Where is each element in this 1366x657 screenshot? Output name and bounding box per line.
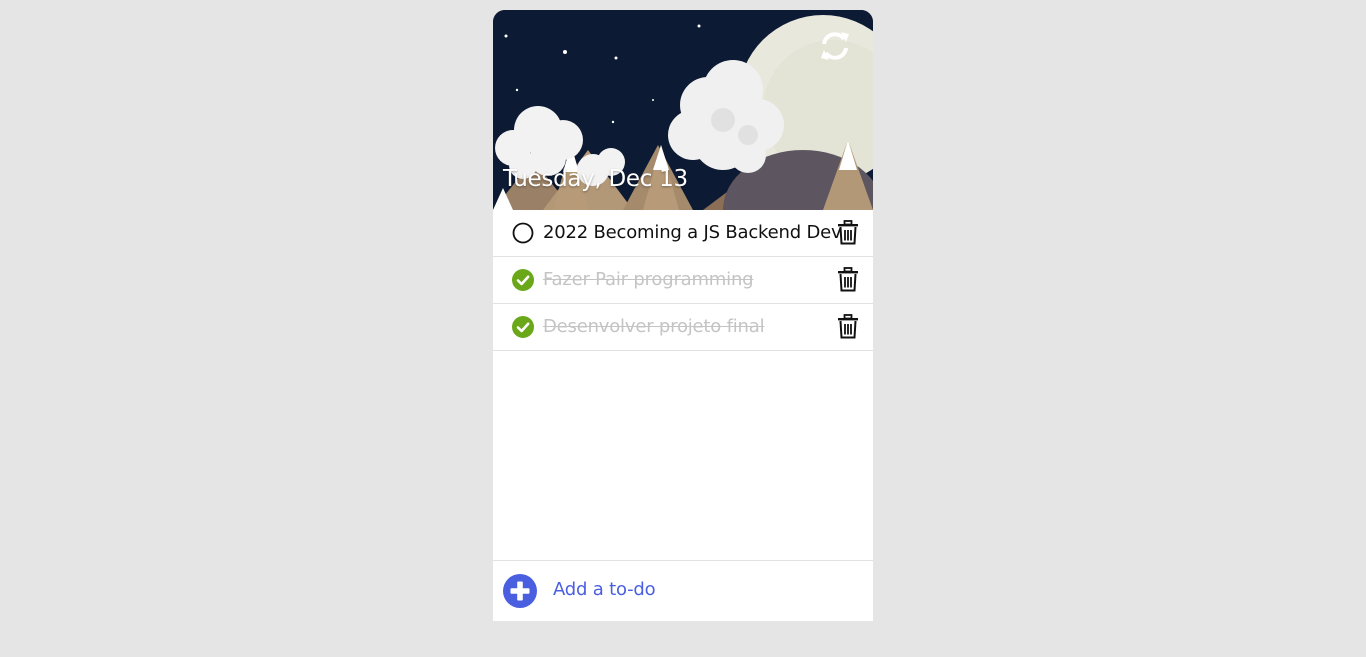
date-heading: Tuesday, Dec 13 bbox=[503, 166, 688, 192]
todo-item: Desenvolver projeto final bbox=[493, 304, 873, 351]
todo-card: Tuesday, Dec 13 2022 Becoming a JS Backe… bbox=[493, 10, 873, 621]
todo-item-text: Fazer Pair programming bbox=[543, 269, 754, 290]
header-banner: Tuesday, Dec 13 bbox=[493, 10, 873, 210]
todo-list: 2022 Becoming a JS Backend Dev Fazer Pai… bbox=[493, 210, 873, 351]
add-todo-input[interactable]: Add a to-do bbox=[553, 579, 656, 600]
todo-item-text: Desenvolver projeto final bbox=[543, 316, 765, 337]
todo-item: 2022 Becoming a JS Backend Dev bbox=[493, 210, 873, 257]
todo-item: Fazer Pair programming bbox=[493, 257, 873, 304]
todo-item-text: 2022 Becoming a JS Backend Dev bbox=[543, 222, 842, 243]
add-todo-bar: Add a to-do bbox=[493, 560, 873, 621]
trash-icon[interactable] bbox=[836, 314, 860, 339]
trash-icon[interactable] bbox=[836, 220, 860, 245]
unchecked-circle-icon[interactable] bbox=[512, 222, 534, 244]
refresh-icon[interactable] bbox=[819, 30, 851, 62]
checked-circle-icon[interactable] bbox=[512, 269, 534, 291]
trash-icon[interactable] bbox=[836, 267, 860, 292]
checked-circle-icon[interactable] bbox=[512, 316, 534, 338]
plus-circle-icon[interactable] bbox=[503, 574, 537, 608]
